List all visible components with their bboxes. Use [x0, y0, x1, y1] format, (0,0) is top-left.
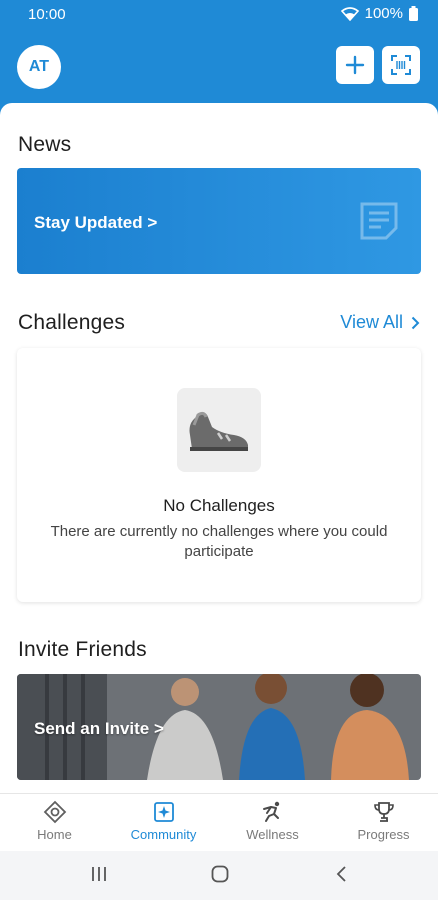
nav-home[interactable]: Home [0, 794, 109, 852]
recent-apps-icon[interactable] [90, 865, 108, 883]
barcode-scan-icon [391, 55, 411, 75]
nav-progress[interactable]: Progress [329, 794, 438, 852]
news-banner-label: Stay Updated > [34, 213, 158, 232]
scan-button[interactable] [382, 46, 420, 84]
view-all-link[interactable]: View All [340, 312, 420, 333]
nav-wellness[interactable]: Wellness [218, 794, 327, 852]
chevron-right-icon [411, 316, 420, 329]
challenges-empty-card: No Challenges There are currently no cha… [17, 348, 421, 602]
nav-community[interactable]: Community [109, 794, 218, 852]
empty-state-title: No Challenges [163, 496, 275, 515]
nav-progress-label: Progress [357, 827, 410, 842]
battery-percent: 100% [364, 5, 403, 22]
nav-home-label: Home [37, 827, 72, 842]
nav-community-label: Community [130, 827, 197, 842]
community-icon [153, 802, 174, 822]
news-banner[interactable]: Stay Updated > [17, 168, 421, 274]
status-indicators: 100% [340, 5, 418, 22]
home-button-icon[interactable] [211, 865, 229, 883]
shoe-icon [189, 411, 248, 451]
news-title: News [18, 133, 72, 156]
nav-wellness-label: Wellness [246, 827, 299, 842]
invite-title: Invite Friends [18, 638, 147, 661]
trophy-icon [373, 802, 394, 822]
newspaper-icon [360, 202, 398, 240]
back-icon[interactable] [335, 865, 349, 883]
add-button[interactable] [336, 46, 374, 84]
wellness-icon [262, 801, 279, 822]
invite-banner[interactable]: Send an Invite > [17, 674, 421, 780]
plus-icon [345, 55, 365, 75]
challenges-title: Challenges [18, 311, 126, 334]
system-nav-bar [0, 851, 438, 900]
bottom-nav: Home Community Wellness Progress [0, 793, 438, 851]
status-bar: 10:00 100% [0, 0, 438, 28]
status-time: 10:00 [28, 6, 66, 23]
app-screen: 10:00 100% AT News Stay Updated > Challe… [0, 0, 438, 900]
content-sheet: News Stay Updated > Challenges View All [0, 103, 438, 793]
empty-state-description: There are currently no challenges where … [50, 523, 388, 560]
home-icon [43, 800, 66, 824]
view-all-label: View All [340, 312, 403, 332]
invite-banner-label: Send an Invite > [34, 719, 164, 738]
wifi-icon [340, 6, 359, 21]
battery-icon [409, 6, 418, 21]
avatar[interactable]: AT [17, 45, 61, 89]
shoe-icon-tile [177, 388, 261, 472]
